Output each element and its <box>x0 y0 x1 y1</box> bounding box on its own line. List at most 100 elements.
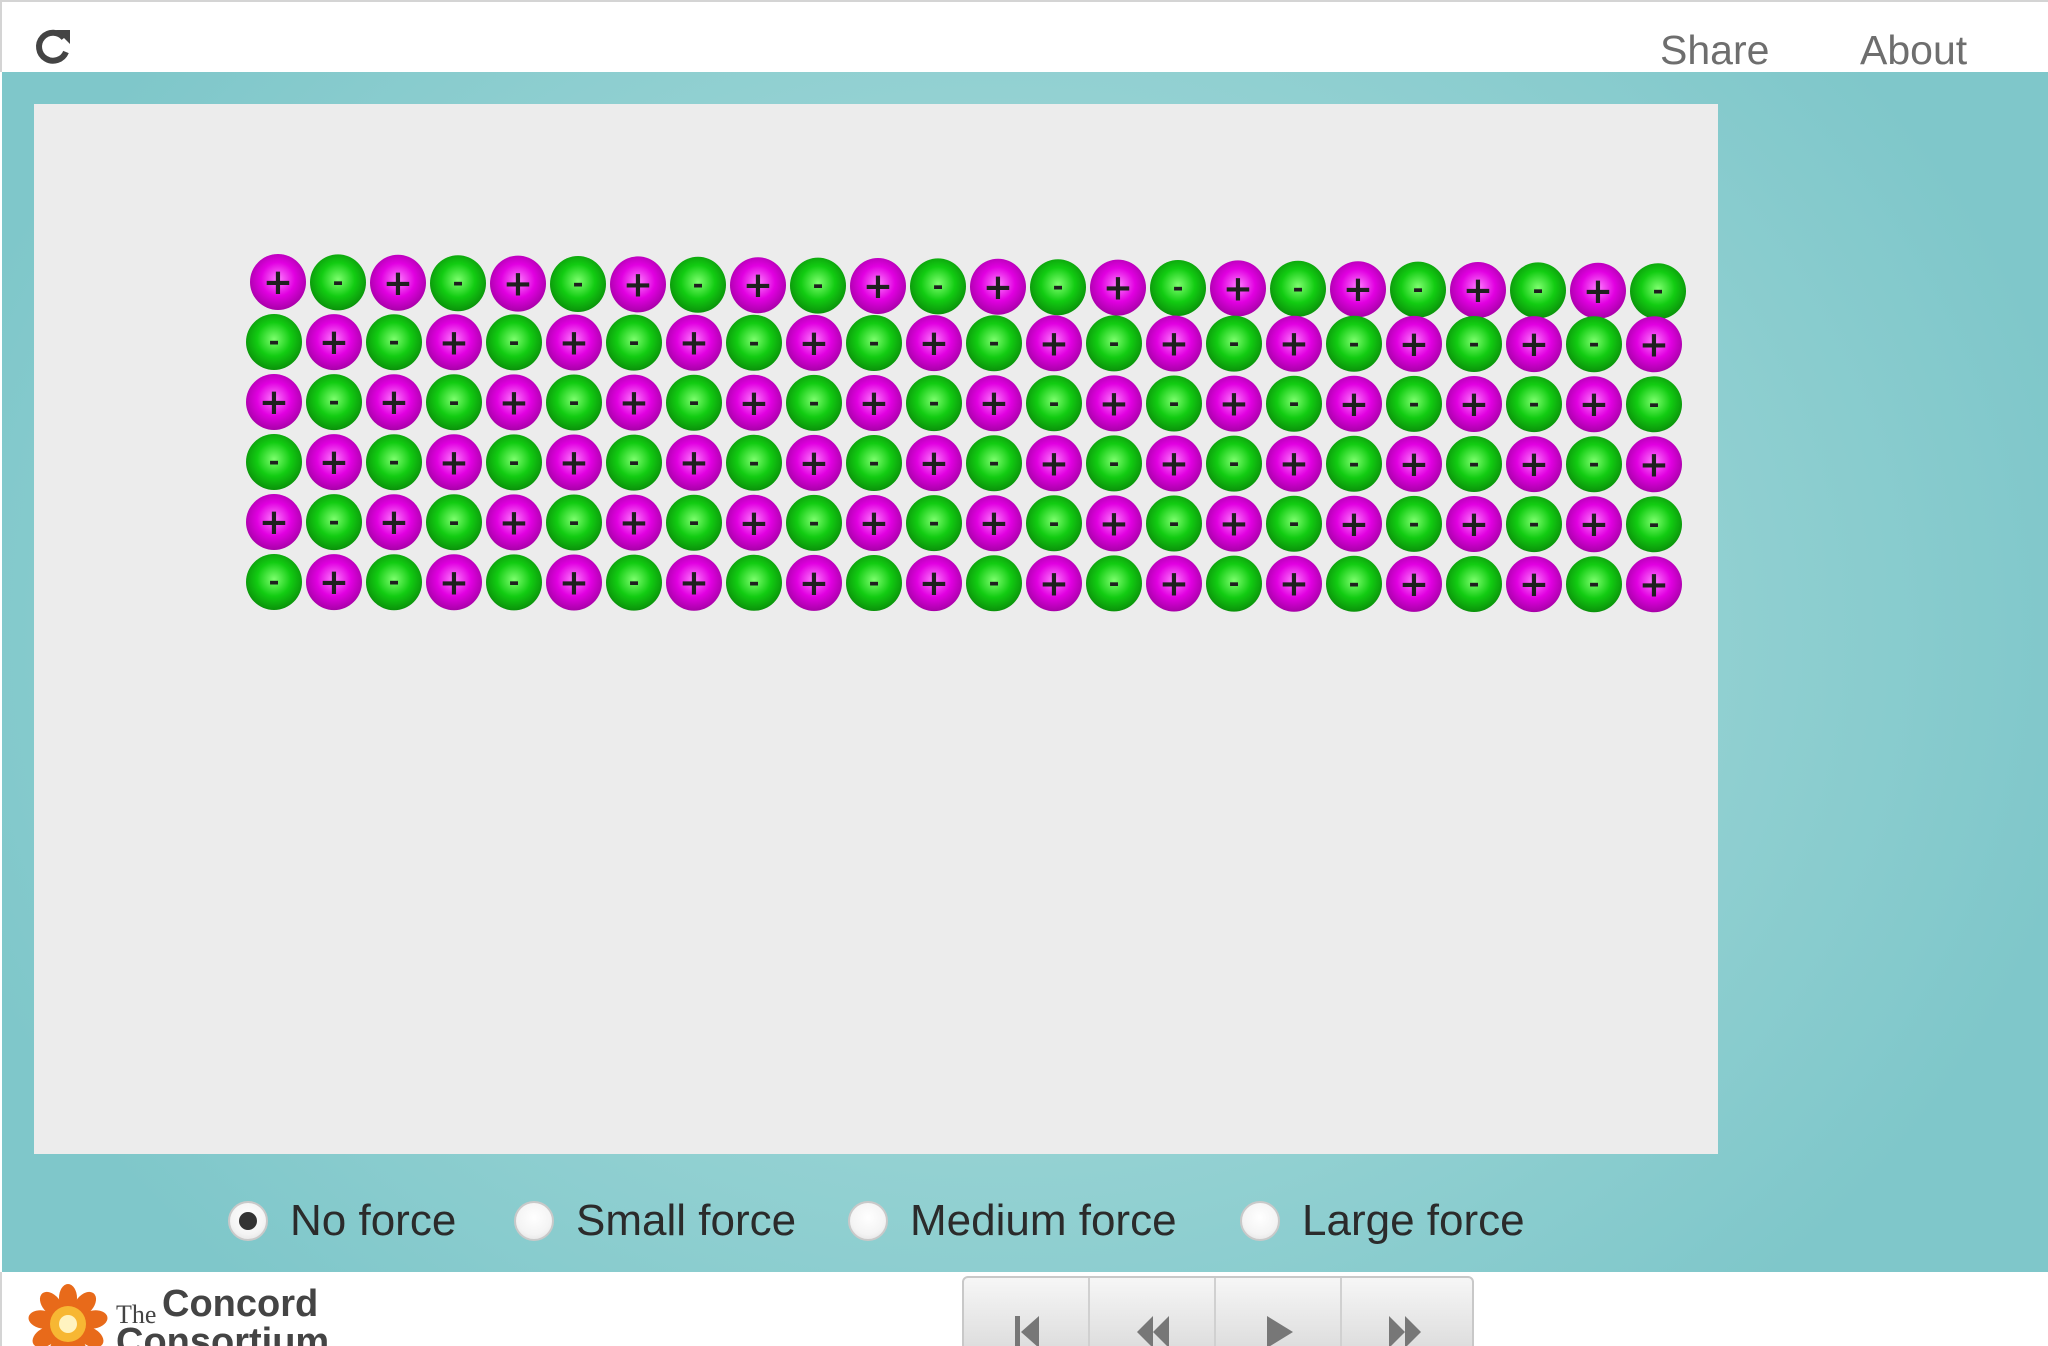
positive-atom[interactable]: + <box>1146 555 1202 612</box>
positive-atom[interactable]: + <box>1626 316 1682 373</box>
negative-atom[interactable]: - <box>1326 555 1382 612</box>
positive-atom[interactable]: + <box>786 434 842 491</box>
negative-atom[interactable]: - <box>426 494 482 551</box>
negative-atom[interactable]: - <box>966 435 1022 492</box>
positive-atom[interactable]: + <box>1086 495 1142 552</box>
positive-atom[interactable]: + <box>850 258 906 314</box>
positive-atom[interactable]: + <box>606 374 662 431</box>
negative-atom[interactable]: - <box>1086 435 1142 492</box>
negative-atom[interactable]: - <box>670 256 726 313</box>
positive-atom[interactable]: + <box>1506 436 1562 493</box>
negative-atom[interactable]: - <box>1206 315 1262 372</box>
positive-atom[interactable]: + <box>606 494 662 551</box>
negative-atom[interactable]: - <box>910 258 966 315</box>
positive-atom[interactable]: + <box>1386 555 1442 612</box>
negative-atom[interactable]: - <box>1146 375 1202 432</box>
positive-atom[interactable]: + <box>1026 555 1082 612</box>
positive-atom[interactable]: + <box>666 554 722 611</box>
positive-atom[interactable]: + <box>610 256 666 313</box>
positive-atom[interactable]: + <box>786 554 842 611</box>
negative-atom[interactable]: - <box>1566 316 1622 373</box>
radio-button[interactable] <box>1240 1201 1280 1241</box>
positive-atom[interactable]: + <box>1330 261 1386 318</box>
positive-atom[interactable]: + <box>1626 556 1682 613</box>
share-link[interactable]: Share <box>1660 22 1769 78</box>
negative-atom[interactable]: - <box>546 374 602 431</box>
negative-atom[interactable]: - <box>1150 260 1206 316</box>
positive-atom[interactable]: + <box>786 314 842 371</box>
negative-atom[interactable]: - <box>726 314 782 371</box>
positive-atom[interactable]: + <box>246 494 302 550</box>
negative-atom[interactable]: - <box>486 434 542 491</box>
concord-consortium-logo[interactable]: The Concord Consortium <box>26 1280 346 1346</box>
positive-atom[interactable]: + <box>1026 315 1082 372</box>
positive-atom[interactable]: + <box>666 434 722 491</box>
positive-atom[interactable]: + <box>546 434 602 491</box>
negative-atom[interactable]: - <box>666 494 722 551</box>
negative-atom[interactable]: - <box>1446 556 1502 612</box>
negative-atom[interactable]: - <box>1030 259 1086 316</box>
positive-atom[interactable]: + <box>1206 495 1262 552</box>
positive-atom[interactable]: + <box>250 254 306 310</box>
positive-atom[interactable]: + <box>906 315 962 372</box>
negative-atom[interactable]: - <box>1206 555 1262 612</box>
positive-atom[interactable]: + <box>546 314 602 371</box>
negative-atom[interactable]: - <box>1506 496 1562 553</box>
model-panel[interactable]: + - + - + - + - + - + - + - + - + - + - + - + - - + - + - + - + - + - + - + - +… <box>34 104 1718 1154</box>
negative-atom[interactable]: - <box>786 374 842 431</box>
positive-atom[interactable]: + <box>1626 436 1682 493</box>
negative-atom[interactable]: - <box>550 256 606 312</box>
negative-atom[interactable]: - <box>966 555 1022 612</box>
play-button[interactable] <box>1216 1278 1342 1346</box>
negative-atom[interactable]: - <box>846 555 902 611</box>
negative-atom[interactable]: - <box>1566 556 1622 613</box>
positive-atom[interactable]: + <box>486 374 542 431</box>
negative-atom[interactable]: - <box>246 554 302 610</box>
positive-atom[interactable]: + <box>1266 555 1322 612</box>
positive-atom[interactable]: + <box>1386 315 1442 372</box>
negative-atom[interactable]: - <box>1026 375 1082 432</box>
positive-atom[interactable]: + <box>426 314 482 371</box>
negative-atom[interactable]: - <box>1386 495 1442 552</box>
positive-atom[interactable]: + <box>366 374 422 431</box>
radio-button[interactable] <box>514 1201 554 1241</box>
negative-atom[interactable]: - <box>1510 262 1566 319</box>
negative-atom[interactable]: - <box>786 494 842 551</box>
positive-atom[interactable]: + <box>490 255 546 312</box>
negative-atom[interactable]: - <box>1446 436 1502 492</box>
radio-button[interactable] <box>228 1201 268 1241</box>
negative-atom[interactable]: - <box>246 434 302 490</box>
step-back-button[interactable] <box>1090 1278 1216 1346</box>
positive-atom[interactable]: + <box>1570 262 1626 319</box>
negative-atom[interactable]: - <box>1146 495 1202 552</box>
positive-atom[interactable]: + <box>666 314 722 371</box>
negative-atom[interactable]: - <box>846 435 902 491</box>
negative-atom[interactable]: - <box>486 314 542 371</box>
negative-atom[interactable]: - <box>1026 495 1082 552</box>
about-link[interactable]: About <box>1860 22 1967 78</box>
positive-atom[interactable]: + <box>546 554 602 611</box>
negative-atom[interactable]: - <box>1626 496 1682 553</box>
negative-atom[interactable]: - <box>1206 435 1262 492</box>
negative-atom[interactable]: - <box>1326 435 1382 492</box>
positive-atom[interactable]: + <box>726 374 782 431</box>
radio-button[interactable] <box>848 1201 888 1241</box>
positive-atom[interactable]: + <box>426 554 482 611</box>
negative-atom[interactable]: - <box>790 257 846 314</box>
positive-atom[interactable]: + <box>1206 375 1262 432</box>
negative-atom[interactable]: - <box>606 554 662 611</box>
negative-atom[interactable]: - <box>1566 436 1622 493</box>
positive-atom[interactable]: + <box>1506 316 1562 373</box>
positive-atom[interactable]: + <box>1326 495 1382 552</box>
positive-atom[interactable]: + <box>370 254 426 311</box>
negative-atom[interactable]: - <box>1386 375 1442 432</box>
negative-atom[interactable]: - <box>846 315 902 371</box>
negative-atom[interactable]: - <box>310 254 366 311</box>
positive-atom[interactable]: + <box>246 374 302 430</box>
positive-atom[interactable]: + <box>366 494 422 551</box>
positive-atom[interactable]: + <box>970 258 1026 315</box>
negative-atom[interactable]: - <box>1626 376 1682 433</box>
positive-atom[interactable]: + <box>1026 435 1082 492</box>
positive-atom[interactable]: + <box>1386 435 1442 492</box>
positive-atom[interactable]: + <box>966 375 1022 432</box>
